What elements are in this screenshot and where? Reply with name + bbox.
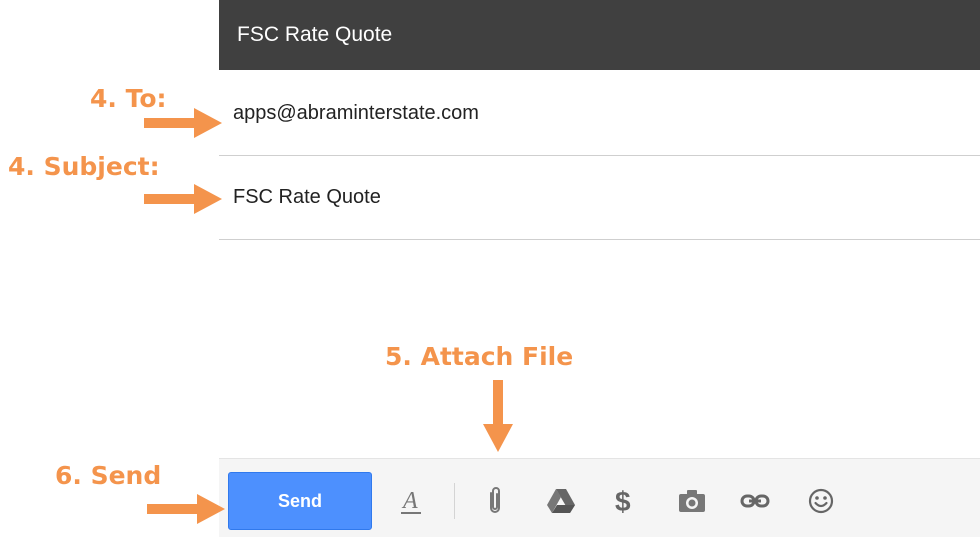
photo-icon[interactable]: [674, 483, 710, 519]
money-icon[interactable]: $: [605, 483, 641, 519]
to-value: apps@abraminterstate.com: [233, 102, 479, 124]
to-field[interactable]: apps@abraminterstate.com: [219, 72, 980, 156]
message-body[interactable]: [219, 241, 980, 455]
page: FSC Rate Quote apps@abraminterstate.com …: [0, 0, 980, 537]
svg-text:$: $: [615, 486, 631, 517]
compose-toolbar: Send A $: [219, 458, 980, 537]
compose-window: FSC Rate Quote apps@abraminterstate.com …: [219, 0, 980, 537]
annotation-subject-label: 4. Subject:: [8, 152, 160, 181]
send-button-label: Send: [277, 490, 322, 511]
toolbar-divider: [454, 483, 455, 519]
annotation-attach-label: 5. Attach File: [385, 342, 574, 371]
compose-title-bar[interactable]: FSC Rate Quote: [219, 0, 980, 70]
emoji-icon[interactable]: [803, 483, 839, 519]
send-button[interactable]: Send: [228, 472, 372, 530]
annotation-to-arrow: [144, 108, 222, 138]
attach-icon[interactable]: [477, 483, 513, 519]
annotation-send-arrow: [147, 494, 225, 524]
format-text-icon[interactable]: A: [393, 483, 429, 519]
subject-value: FSC Rate Quote: [233, 186, 381, 208]
annotation-send-label: 6. Send: [55, 461, 162, 490]
link-icon[interactable]: [737, 483, 773, 519]
annotation-subject-arrow: [144, 184, 222, 214]
compose-title: FSC Rate Quote: [237, 23, 393, 46]
annotation-attach-arrow: [483, 380, 513, 452]
subject-field[interactable]: FSC Rate Quote: [219, 156, 980, 240]
drive-icon[interactable]: [543, 483, 579, 519]
svg-text:A: A: [401, 488, 418, 514]
